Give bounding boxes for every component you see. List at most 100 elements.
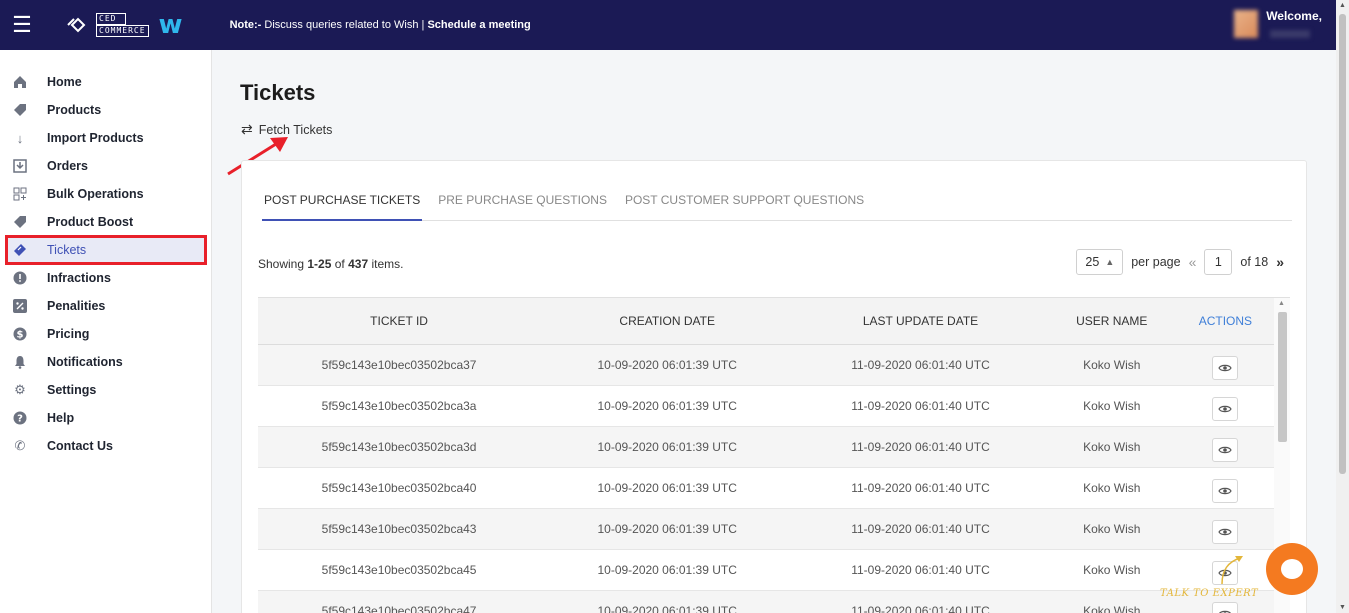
cell-creation-date: 10-09-2020 06:01:39 UTC [540, 426, 795, 468]
talk-arrow-icon [1221, 556, 1243, 585]
cell-ticket-id: 5f59c143e10bec03502bca43 [258, 508, 541, 550]
svg-text:$: $ [17, 330, 24, 341]
tab-pre-purchase-questions[interactable]: PRE PURCHASE QUESTIONS [436, 191, 609, 220]
cell-user-name: Koko Wish [1046, 508, 1177, 550]
avatar[interactable] [1234, 10, 1258, 38]
gear-icon: ⚙ [14, 382, 26, 397]
note-prefix: Note:- [229, 19, 262, 31]
sidebar-item-settings[interactable]: ⚙ Settings [0, 376, 211, 404]
page-scrollbar[interactable]: ▲ ▼ [1336, 0, 1349, 613]
column-ticket-id: TICKET ID [258, 298, 541, 345]
scroll-up-icon[interactable]: ▲ [1336, 2, 1349, 9]
user-name-blurred [1270, 30, 1310, 38]
cell-last-update-date: 11-09-2020 06:01:40 UTC [794, 344, 1047, 386]
cell-last-update-date: 11-09-2020 06:01:40 UTC [794, 467, 1047, 509]
cell-last-update-date: 11-09-2020 06:01:40 UTC [794, 549, 1047, 591]
eye-icon [1218, 446, 1233, 453]
phone-icon: ✆ [14, 438, 26, 453]
eye-icon [1218, 487, 1233, 494]
table-row: 5f59c143e10bec03502bca37 10-09-2020 06:01… [258, 344, 1274, 386]
welcome-text[interactable]: Welcome, [1266, 9, 1322, 23]
sidebar-item-home[interactable]: Home [0, 68, 211, 96]
cell-actions [1176, 344, 1274, 386]
per-page-label: per page [1131, 255, 1181, 269]
logo-text-bottom: COMMERCE [96, 25, 149, 37]
cell-last-update-date: 11-09-2020 06:01:40 UTC [794, 590, 1047, 613]
select-caret-icon: ▲ [1105, 257, 1115, 267]
sidebar-item-label: Pricing [47, 327, 90, 341]
view-ticket-button[interactable] [1212, 355, 1239, 380]
view-ticket-button[interactable] [1212, 437, 1239, 462]
cell-user-name: Koko Wish [1046, 590, 1177, 613]
per-page-value: 25 [1085, 255, 1100, 269]
cell-ticket-id: 5f59c143e10bec03502bca37 [258, 344, 541, 386]
scroll-down-icon[interactable]: ▼ [1336, 604, 1349, 611]
page-number-input[interactable] [1204, 249, 1233, 275]
chat-bubble-icon [1281, 559, 1303, 579]
sidebar-item-products[interactable]: Products [0, 96, 211, 124]
cell-creation-date: 10-09-2020 06:01:39 UTC [540, 344, 795, 386]
sidebar-item-import-products[interactable]: ↓ Import Products [0, 124, 211, 152]
sidebar-item-label: Home [47, 75, 82, 89]
percent-icon [12, 298, 28, 314]
tab-post-purchase-tickets[interactable]: POST PURCHASE TICKETS [262, 191, 423, 221]
sidebar-item-bulk-operations[interactable]: Bulk Operations [0, 180, 211, 208]
table-header-row: TICKET ID CREATION DATE LAST UPDATE DATE… [258, 298, 1274, 345]
cell-actions [1176, 385, 1274, 427]
talk-to-expert-label: TALK TO EXPERT [1160, 588, 1259, 599]
tab-post-customer-support-questions[interactable]: POST CUSTOMER SUPPORT QUESTIONS [623, 191, 866, 220]
view-ticket-button[interactable] [1212, 519, 1239, 544]
sidebar-item-label: Tickets [47, 243, 87, 257]
sidebar-item-label: Bulk Operations [47, 187, 144, 201]
per-page-select[interactable]: 25 ▲ [1076, 249, 1124, 275]
sidebar-item-contact-us[interactable]: ✆ Contact Us [0, 432, 211, 460]
tickets-table: TICKET ID CREATION DATE LAST UPDATE DATE… [258, 297, 1290, 613]
sidebar-item-help[interactable]: ? Help [0, 404, 211, 432]
sidebar-item-label: Penalities [47, 299, 106, 313]
schedule-meeting-link[interactable]: Schedule a meeting [427, 19, 530, 31]
inbox-download-icon [12, 158, 28, 174]
home-icon [12, 74, 28, 90]
column-user-name: USER NAME [1046, 298, 1177, 345]
cell-actions [1176, 467, 1274, 509]
sidebar-item-product-boost[interactable]: Product Boost [0, 208, 211, 236]
sidebar: Home Products ↓ Import Products Orders B… [0, 50, 212, 613]
grid-plus-icon [12, 186, 28, 202]
sidebar-item-label: Settings [47, 383, 97, 397]
ticket-tabs: POST PURCHASE TICKETS PRE PURCHASE QUEST… [262, 191, 1292, 221]
cell-creation-date: 10-09-2020 06:01:39 UTC [540, 508, 795, 550]
sidebar-item-tickets[interactable]: Tickets [5, 235, 207, 265]
table-row: 5f59c143e10bec03502bca47 10-09-2020 06:01… [258, 590, 1274, 613]
chat-widget-button[interactable] [1266, 543, 1318, 595]
sidebar-item-pricing[interactable]: $ Pricing [0, 320, 211, 348]
cell-user-name: Koko Wish [1046, 467, 1177, 509]
cell-user-name: Koko Wish [1046, 549, 1177, 591]
showing-of: of [331, 257, 349, 271]
showing-summary: Showing 1-25 of 437 items. [258, 257, 403, 271]
arrow-down-icon: ↓ [16, 130, 24, 146]
view-ticket-button[interactable] [1212, 478, 1239, 503]
next-page-icon[interactable]: » [1276, 254, 1284, 270]
sidebar-item-infractions[interactable]: Infractions [0, 264, 211, 292]
view-ticket-button[interactable] [1212, 396, 1239, 421]
dollar-icon: $ [12, 326, 28, 342]
sidebar-item-orders[interactable]: Orders [0, 152, 211, 180]
table-scrollbar-thumb[interactable] [1278, 312, 1287, 442]
table-row: 5f59c143e10bec03502bca40 10-09-2020 06:01… [258, 467, 1274, 509]
pagination: 25 ▲ per page « of 18 » [1076, 249, 1284, 275]
cell-last-update-date: 11-09-2020 06:01:40 UTC [794, 508, 1047, 550]
previous-page-icon[interactable]: « [1189, 254, 1197, 270]
page-scrollbar-thumb[interactable] [1339, 14, 1346, 474]
sidebar-item-label: Product Boost [47, 215, 134, 229]
eye-icon [1218, 364, 1233, 371]
table-scroll-up-icon[interactable]: ▲ [1278, 300, 1285, 307]
sidebar-item-penalities[interactable]: Penalities [0, 292, 211, 320]
logo[interactable]: CED COMMERCE w [66, 12, 183, 38]
cell-creation-date: 10-09-2020 06:01:39 UTC [540, 385, 795, 427]
sidebar-item-notifications[interactable]: Notifications [0, 348, 211, 376]
cedcommerce-logo-icon [67, 17, 86, 33]
view-ticket-button[interactable] [1212, 601, 1239, 613]
column-actions: ACTIONS [1176, 298, 1274, 345]
menu-icon[interactable]: ☰ [0, 0, 44, 50]
ticket-icon [12, 242, 28, 258]
